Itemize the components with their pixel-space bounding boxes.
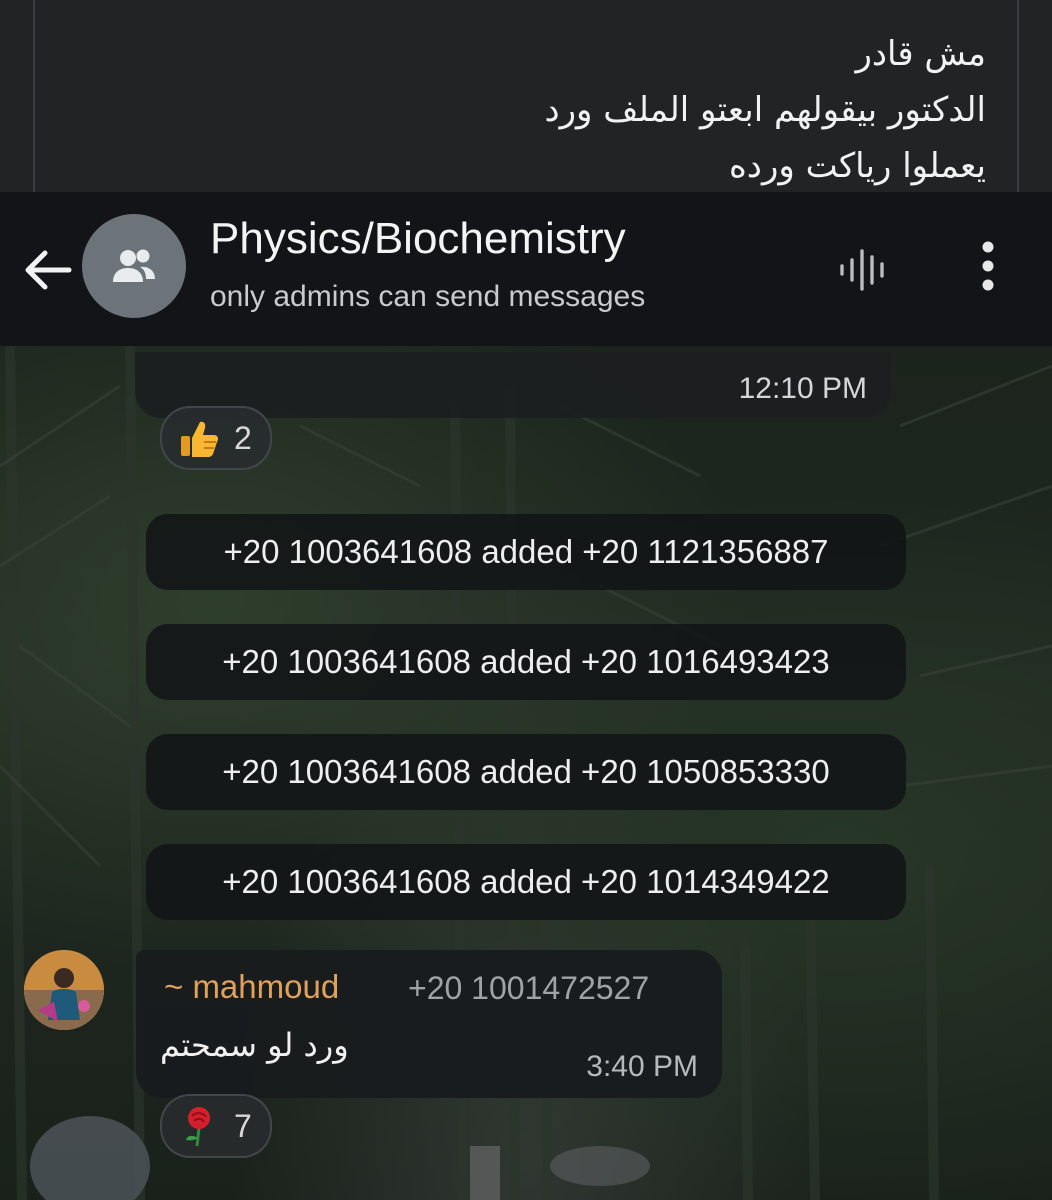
- back-button[interactable]: [18, 240, 78, 300]
- caption-line: مش قادر: [855, 34, 986, 74]
- service-message: +20 1003641608 added +20 1121356887: [146, 514, 906, 590]
- group-avatar[interactable]: [82, 214, 186, 318]
- arrow-left-icon: [25, 250, 72, 290]
- divider: [1017, 0, 1019, 192]
- chat-header: Physics/Biochemistry only admins can sen…: [0, 192, 1052, 346]
- more-vertical-icon: [982, 241, 994, 291]
- sender-phone: +20 1001472527: [408, 970, 650, 1006]
- group-icon: [113, 249, 155, 282]
- service-message: +20 1003641608 added +20 1014349422: [146, 844, 906, 920]
- reaction-chip[interactable]: 7: [160, 1094, 272, 1158]
- caption-text: مش قادر الدكتور بيقولهم ابعتو الملف ورد …: [286, 26, 987, 194]
- voice-chat-icon: [840, 249, 884, 291]
- reaction-chip[interactable]: 2: [160, 406, 272, 470]
- message-time: 3:40 PM: [586, 1050, 698, 1083]
- voice-chat-button[interactable]: [834, 244, 894, 296]
- more-menu-button[interactable]: [966, 236, 1010, 296]
- reaction-count: 7: [234, 1107, 252, 1144]
- chat-subtitle: only admins can send messages: [210, 280, 646, 313]
- message-time: 12:10 PM: [738, 372, 867, 405]
- post-caption: مش قادر الدكتور بيقولهم ابعتو الملف ورد …: [0, 0, 1052, 192]
- reaction-count: 2: [234, 419, 252, 456]
- screenshot: مش قادر الدكتور بيقولهم ابعتو الملف ورد …: [0, 0, 1052, 1200]
- rose-icon: [174, 1101, 224, 1151]
- chat-messages[interactable]: 12:10 PM 2 +20 1003641608 added +20 1121…: [0, 346, 1052, 1200]
- chat-title[interactable]: Physics/Biochemistry: [210, 214, 626, 264]
- message-bubble[interactable]: ~ mahmoud +20 1001472527 ورد لو سمحتم 3:…: [136, 950, 722, 1098]
- message-text: ورد لو سمحتم: [160, 1026, 349, 1064]
- thumbs-up-icon: [174, 413, 224, 463]
- service-message: +20 1003641608 added +20 1050853330: [146, 734, 906, 810]
- sender-name[interactable]: ~ mahmoud: [164, 968, 339, 1006]
- caption-line: الدكتور بيقولهم ابعتو الملف ورد: [544, 90, 987, 130]
- caption-line: يعملوا رياكت ورده: [728, 146, 986, 186]
- divider: [33, 0, 35, 192]
- service-message: +20 1003641608 added +20 1016493423: [146, 624, 906, 700]
- avatar[interactable]: [24, 950, 104, 1030]
